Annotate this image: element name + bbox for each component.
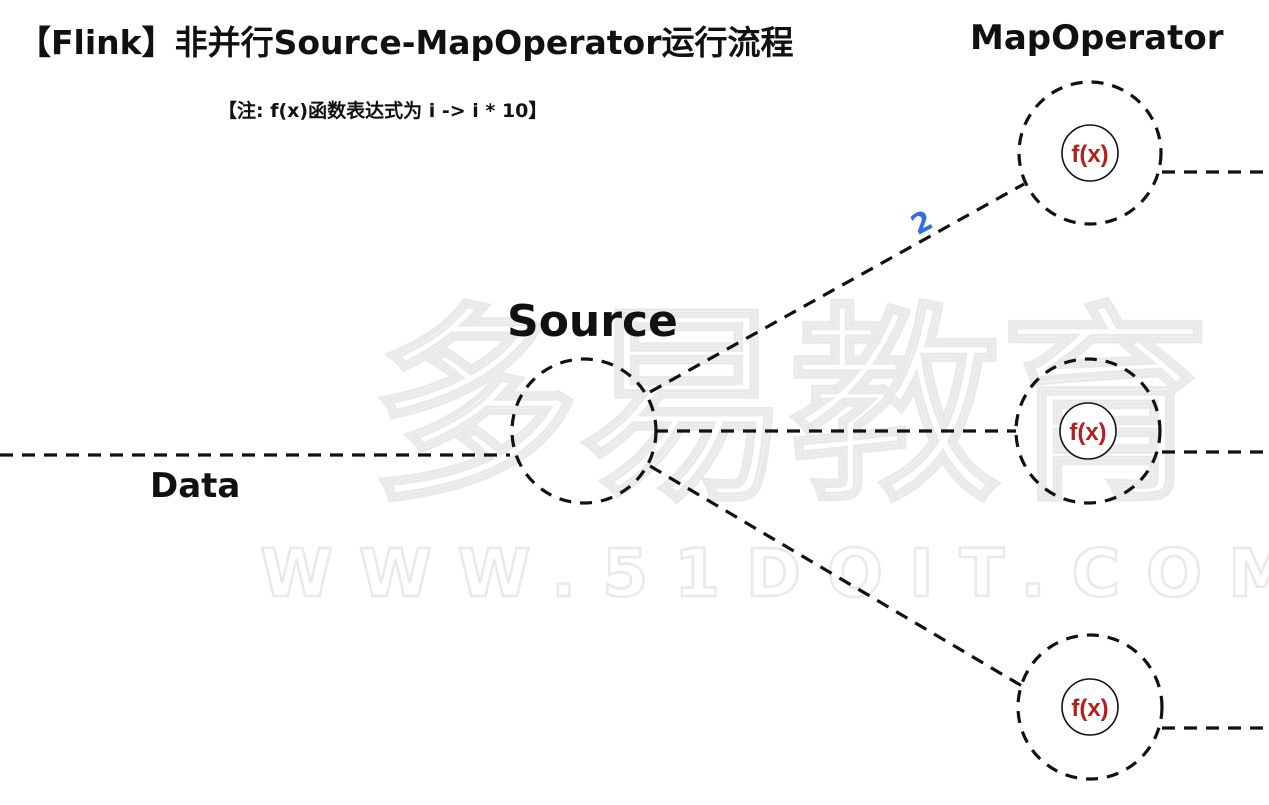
- flow-diagram: 多易教育 WWW.51DOIT.COM f(x) f(x) f(x): [0, 80, 1269, 781]
- source-label: Source: [507, 296, 678, 347]
- function-note: 【注: f(x)函数表达式为 i -> i * 10】: [218, 100, 548, 122]
- diagram-title: 【Flink】非并行Source-MapOperator运行流程: [18, 23, 794, 62]
- diagram-canvas: 多易教育 WWW.51DOIT.COM f(x) f(x) f(x) 【Flin…: [0, 0, 1269, 805]
- data-label: Data: [150, 466, 241, 506]
- function-label: f(x): [1069, 419, 1106, 446]
- watermark: 多易教育 WWW.51DOIT.COM: [259, 284, 1269, 614]
- map-operator-1: f(x): [1017, 80, 1163, 226]
- map-operator-label: MapOperator: [970, 18, 1224, 58]
- watermark-site: WWW.51DOIT.COM: [260, 535, 1269, 612]
- function-label: f(x): [1071, 695, 1108, 722]
- map-operator-3: f(x): [1016, 633, 1164, 781]
- function-label: f(x): [1071, 141, 1108, 168]
